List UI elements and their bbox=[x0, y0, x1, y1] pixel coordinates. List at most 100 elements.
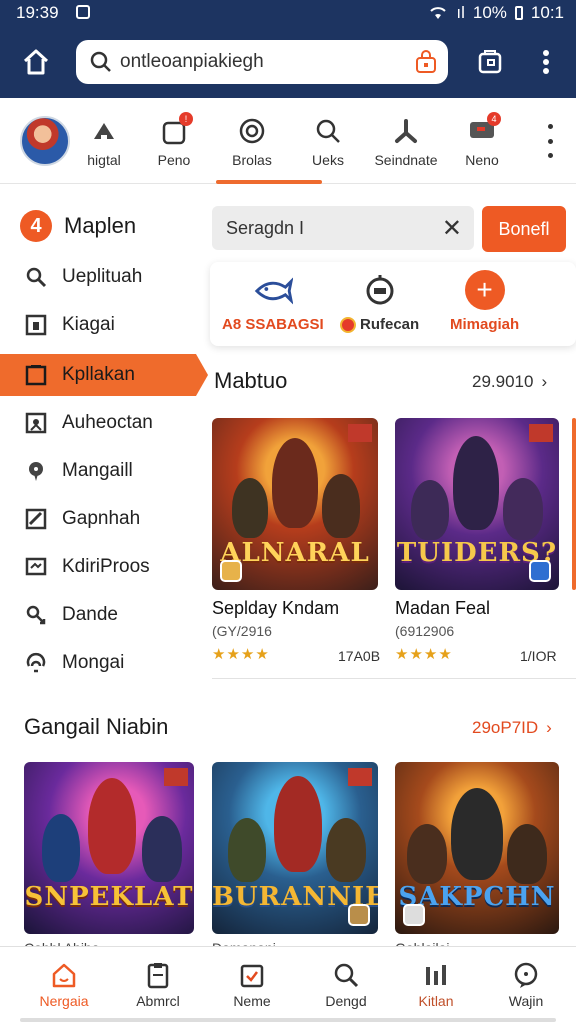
sidebar-item-8[interactable]: Dande bbox=[0, 594, 196, 636]
game-art: TUIDERS? bbox=[395, 418, 559, 590]
filter-input[interactable]: Seragdn I ✕ bbox=[212, 206, 474, 250]
character-figure bbox=[507, 824, 547, 884]
nav-label: Dengd bbox=[325, 993, 367, 1009]
home-icon bbox=[23, 49, 49, 75]
quick-action-1[interactable]: A8 SSABAGSI bbox=[222, 270, 324, 333]
nav-item-2[interactable]: Abmrcl bbox=[110, 961, 206, 1009]
game-badge-icon bbox=[220, 560, 242, 582]
search-icon bbox=[26, 267, 47, 288]
chevron-right-icon: › bbox=[541, 372, 548, 391]
bottom-navigation: Nergaia Abmrcl Neme Dengd Kitlan Wajin bbox=[0, 946, 576, 1024]
nav-item-5[interactable]: Kitlan bbox=[388, 961, 484, 1009]
character-figure bbox=[88, 778, 136, 874]
character-figure bbox=[274, 776, 322, 872]
swirl-icon bbox=[26, 652, 46, 673]
category-item-2[interactable]: ! Peno bbox=[136, 112, 212, 168]
game-card[interactable]: TUIDERS? bbox=[395, 418, 559, 590]
section-link-text: 29.9010 bbox=[472, 372, 534, 391]
coin-icon bbox=[340, 317, 356, 334]
game-art: SNPEKLAT bbox=[24, 762, 194, 934]
sidebar-item-label: Mangaill bbox=[62, 460, 133, 481]
game-card[interactable]: BURANNIE bbox=[212, 762, 378, 934]
bot-icon bbox=[366, 275, 394, 305]
game-art: ALNARAL bbox=[212, 418, 378, 590]
chevron-right-icon: › bbox=[546, 718, 552, 737]
nav-item-3[interactable]: Neme bbox=[204, 961, 300, 1009]
home-icon bbox=[52, 963, 76, 988]
character-figure bbox=[228, 818, 266, 882]
age-tag bbox=[348, 768, 372, 786]
sidebar-item-4[interactable]: Auheoctan bbox=[0, 402, 196, 444]
search-bar[interactable]: ontleoanpiakiegh bbox=[76, 40, 448, 84]
nav-item-1[interactable]: Nergaia bbox=[16, 961, 112, 1009]
checklist-icon bbox=[25, 365, 47, 386]
section-divider bbox=[212, 678, 576, 679]
section-link-text: 29oP7ID bbox=[472, 718, 539, 737]
notification-badge: ! bbox=[179, 112, 193, 126]
fish-icon bbox=[254, 277, 293, 305]
game-card[interactable]: ALNARAL bbox=[212, 418, 378, 590]
game-art: SAKPCHN bbox=[395, 762, 559, 934]
pin-icon bbox=[29, 462, 43, 481]
shopping-bag-icon[interactable] bbox=[414, 50, 438, 74]
wallet-icon bbox=[478, 50, 502, 74]
wallet-button[interactable] bbox=[476, 48, 504, 76]
category-item-4[interactable]: Ueks bbox=[290, 112, 366, 168]
category-item-6[interactable]: 4 Neno bbox=[444, 112, 520, 168]
person-icon bbox=[395, 119, 417, 143]
window-icon bbox=[25, 314, 47, 336]
character-figure bbox=[42, 814, 80, 882]
sidebar-item-9[interactable]: Mongai bbox=[0, 642, 196, 684]
quick-actions-panel: A8 SSABAGSI Rufecan + Mimagiah bbox=[210, 262, 576, 346]
rating-stars: ★★★★ bbox=[395, 646, 453, 663]
shield-icon bbox=[25, 412, 47, 434]
game-card[interactable]: SAKPCHN bbox=[395, 762, 559, 934]
game-title: Madan Feal bbox=[395, 598, 491, 618]
character-figure bbox=[142, 816, 182, 882]
avatar[interactable] bbox=[20, 116, 70, 166]
search-input[interactable]: ontleoanpiakiegh bbox=[120, 51, 414, 73]
category-more-button[interactable] bbox=[546, 124, 554, 158]
filter-submit-button[interactable]: Bonefl bbox=[482, 206, 566, 252]
quick-action-2[interactable]: Rufecan bbox=[340, 270, 419, 334]
chat-icon bbox=[514, 962, 538, 988]
search-icon bbox=[334, 963, 359, 988]
sidebar-item-7[interactable]: KdiriProos bbox=[0, 546, 196, 588]
sidebar-item-2[interactable]: Kiagai bbox=[0, 304, 196, 346]
wifi-icon bbox=[430, 7, 447, 19]
sidebar-header: 4 Maplen bbox=[20, 210, 136, 242]
checkbox-icon bbox=[25, 508, 47, 530]
signal-icon: ıl bbox=[456, 3, 465, 22]
category-item-5[interactable]: Seindnate bbox=[368, 112, 444, 168]
add-icon: + bbox=[464, 270, 505, 310]
game-card[interactable]: SNPEKLAT bbox=[24, 762, 194, 934]
category-label: Brolas bbox=[232, 152, 272, 168]
notification-badge: 4 bbox=[487, 112, 501, 126]
status-right: ıl 10% 10:1 bbox=[428, 3, 564, 23]
clear-icon[interactable]: ✕ bbox=[442, 214, 462, 243]
nav-item-6[interactable]: Wajin bbox=[478, 961, 574, 1009]
sidebar-item-1[interactable]: Ueplituah bbox=[0, 256, 196, 298]
more-vert-icon bbox=[543, 50, 549, 74]
sidebar-item-5[interactable]: Mangaill bbox=[0, 450, 196, 492]
category-label: Ueks bbox=[312, 152, 344, 168]
filter-value[interactable]: Seragdn I bbox=[226, 218, 442, 239]
quick-action-3[interactable]: + Mimagiah bbox=[450, 270, 519, 333]
section-see-all-link[interactable]: 29.9010 › bbox=[472, 372, 547, 392]
sidebar-item-6[interactable]: Gapnhah bbox=[0, 498, 196, 540]
brand-logo: 4 bbox=[20, 210, 52, 242]
status-time: 19:39 bbox=[16, 3, 59, 22]
nav-item-4[interactable]: Dengd bbox=[298, 961, 394, 1009]
nav-label: Nergaia bbox=[39, 993, 89, 1009]
search-icon bbox=[316, 119, 340, 143]
section-see-all-link[interactable]: 29oP7ID › bbox=[472, 718, 552, 738]
category-item-1[interactable]: higtal bbox=[66, 112, 142, 168]
category-item-3[interactable]: Brolas bbox=[214, 112, 290, 168]
sidebar-item-label: Gapnhah bbox=[62, 508, 141, 529]
sidebar-item-label: KdiriProos bbox=[62, 556, 150, 577]
category-label: Neno bbox=[465, 152, 499, 168]
sidebar-item-3[interactable]: Kpllakan bbox=[0, 354, 208, 396]
bars-icon bbox=[426, 965, 446, 985]
home-button[interactable] bbox=[20, 46, 52, 78]
overflow-menu-button[interactable] bbox=[532, 48, 560, 76]
